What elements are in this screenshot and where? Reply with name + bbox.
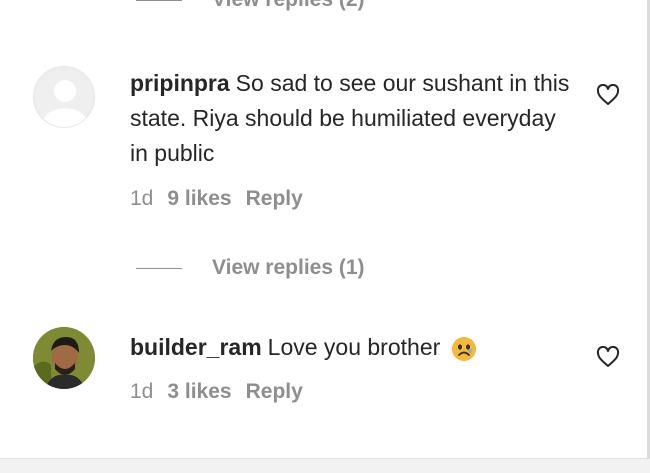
comment-reply-button[interactable]: Reply bbox=[246, 187, 303, 211]
view-replies-button[interactable]: View replies (2) bbox=[136, 0, 365, 12]
heart-outline-icon[interactable] bbox=[596, 84, 620, 106]
comment-username[interactable]: pripinpra bbox=[130, 70, 230, 96]
comment-username[interactable]: builder_ram bbox=[130, 334, 262, 360]
comment-time: 1d bbox=[130, 380, 154, 403]
comment-text: builder_ram Love you brother bbox=[130, 330, 570, 365]
default-avatar-icon bbox=[35, 68, 94, 127]
view-replies-button[interactable]: View replies (1) bbox=[136, 256, 365, 280]
replies-divider-line bbox=[136, 0, 182, 1]
comment-likes-button[interactable]: 3 likes bbox=[167, 380, 231, 404]
comment-body: Love you brother bbox=[267, 334, 441, 360]
avatar[interactable] bbox=[33, 66, 95, 128]
comment-meta: 1d 3 likes Reply bbox=[130, 380, 317, 404]
comment-time: 1d bbox=[130, 187, 154, 210]
view-replies-label: View replies (2) bbox=[212, 0, 365, 12]
avatar[interactable] bbox=[33, 327, 95, 389]
comment-text: pripinpra So sad to see our sushant in th… bbox=[130, 66, 570, 171]
profile-photo bbox=[33, 327, 95, 389]
panel-bottom-bar bbox=[0, 458, 650, 473]
sad-face-emoji-icon bbox=[451, 336, 476, 361]
comment-likes-button[interactable]: 9 likes bbox=[167, 187, 231, 211]
replies-divider-line bbox=[136, 267, 182, 269]
comment-meta: 1d 9 likes Reply bbox=[130, 187, 317, 211]
view-replies-label: View replies (1) bbox=[212, 256, 365, 279]
heart-outline-icon[interactable] bbox=[596, 346, 620, 368]
comment-reply-button[interactable]: Reply bbox=[246, 380, 303, 404]
